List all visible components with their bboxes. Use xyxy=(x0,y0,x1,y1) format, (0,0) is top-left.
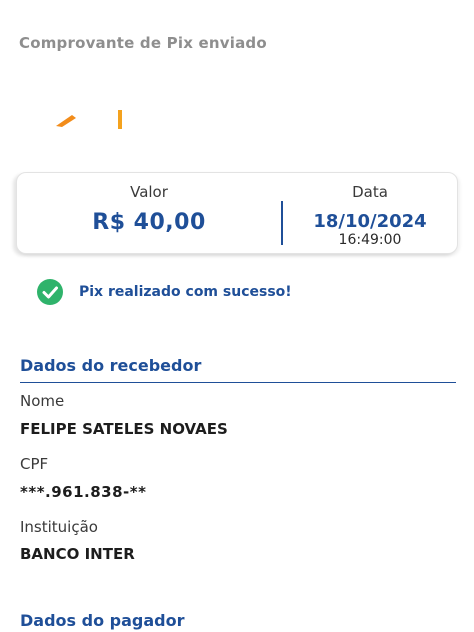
valor-label: Valor xyxy=(130,183,168,201)
check-circle-icon xyxy=(37,279,63,305)
data-column: Data 18/10/2024 16:49:00 xyxy=(283,173,457,253)
payer-section-title: Dados do pagador xyxy=(20,611,185,630)
bank-logo-icon xyxy=(56,110,122,129)
nome-value: FELIPE SATELES NOVAES xyxy=(20,420,228,438)
transaction-time: 16:49:00 xyxy=(338,232,402,248)
success-message: Pix realizado com sucesso! xyxy=(36,278,292,306)
nome-label: Nome xyxy=(20,392,65,410)
page-title: Comprovante de Pix enviado xyxy=(19,34,267,52)
instituicao-label: Instituição xyxy=(20,518,98,536)
valor-amount: R$ 40,00 xyxy=(92,210,206,235)
transaction-summary-card: Valor R$ 40,00 Data 18/10/2024 16:49:00 xyxy=(16,172,458,254)
valor-column: Valor R$ 40,00 xyxy=(17,173,281,253)
receipt-page: Comprovante de Pix enviado Valor R$ 40,0… xyxy=(0,0,474,632)
section-divider xyxy=(20,382,456,383)
transaction-date: 18/10/2024 xyxy=(313,211,427,232)
cpf-label: CPF xyxy=(20,455,49,473)
success-text: Pix realizado com sucesso! xyxy=(79,284,292,300)
receiver-section-title: Dados do recebedor xyxy=(20,356,202,375)
cpf-value: ***.961.838-** xyxy=(20,483,147,501)
data-label: Data xyxy=(352,183,388,201)
instituicao-value: BANCO INTER xyxy=(20,545,135,563)
